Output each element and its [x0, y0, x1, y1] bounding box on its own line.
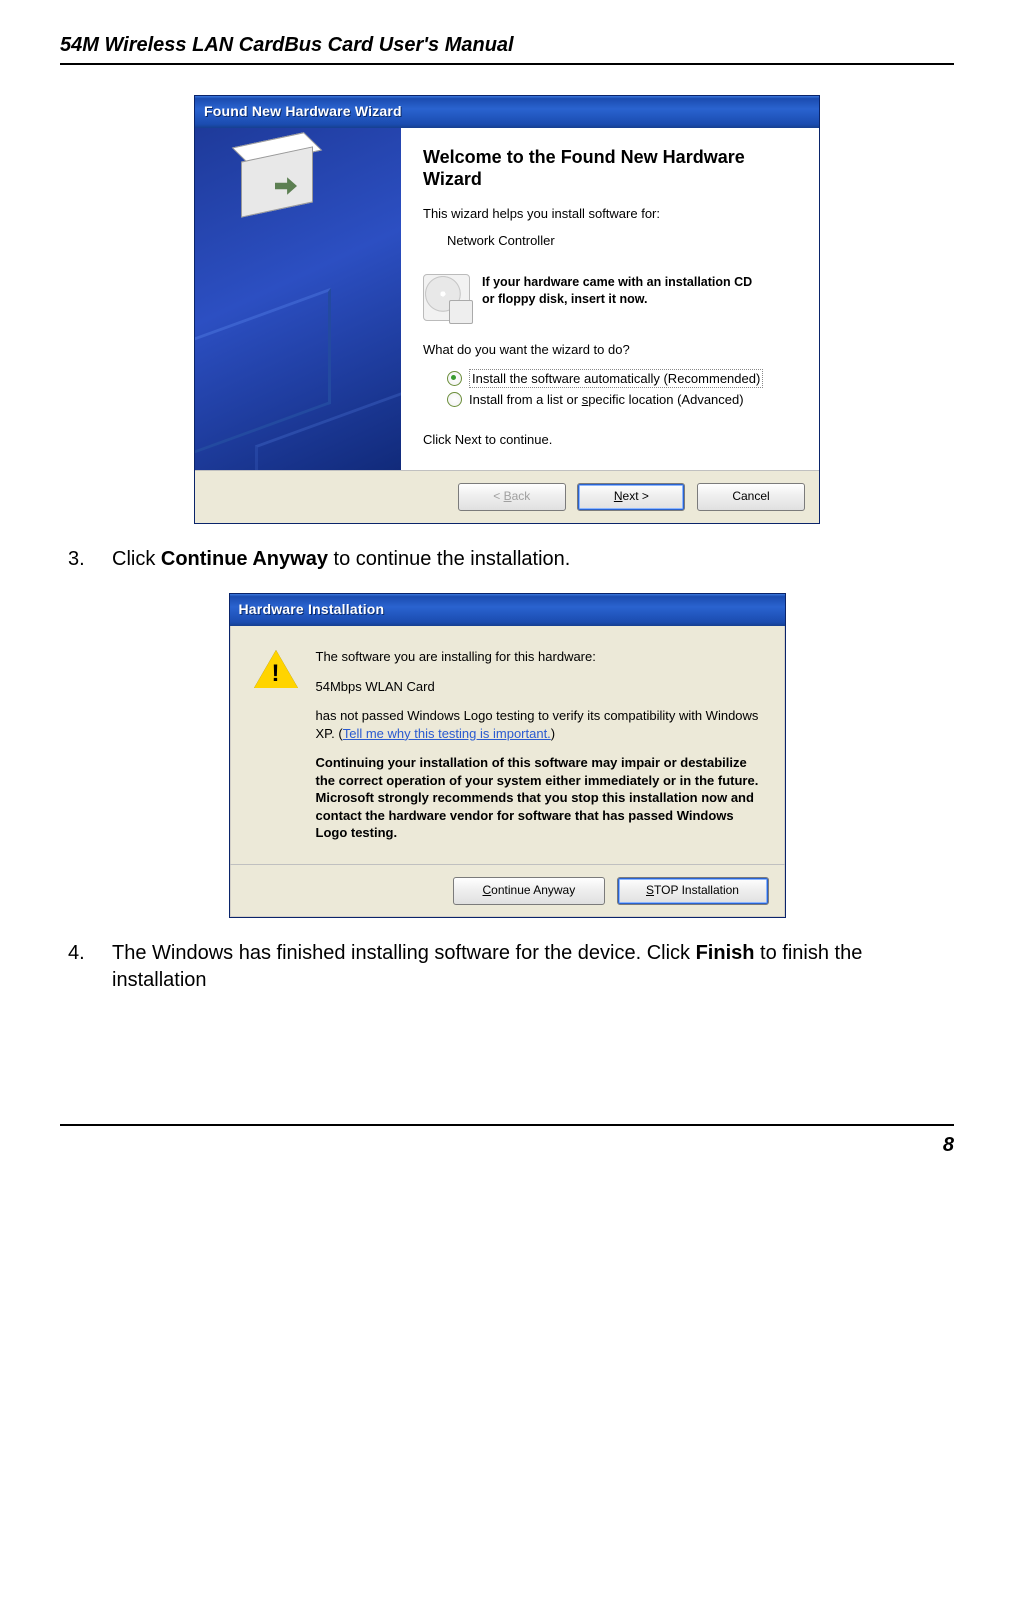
- doc-header: 54M Wireless LAN CardBus Card User's Man…: [60, 34, 954, 57]
- hardware-installation-dialog: Hardware Installation ! The software you…: [229, 593, 786, 918]
- dialog-device: 54Mbps WLAN Card: [316, 678, 759, 696]
- tell-me-why-link[interactable]: Tell me why this testing is important.: [343, 726, 551, 741]
- wizard-footer: < Back Next > Cancel: [195, 470, 819, 523]
- wizard-intro: This wizard helps you install software f…: [423, 205, 799, 223]
- dialog-compat: has not passed Windows Logo testing to v…: [316, 707, 759, 742]
- dialog-text: The software you are installing for this…: [316, 648, 759, 854]
- radio-icon: [447, 371, 462, 386]
- cd-disk-icon: [423, 274, 470, 321]
- found-new-hardware-wizard-window: Found New Hardware Wizard Welcome to the…: [194, 95, 820, 524]
- header-rule: [60, 63, 954, 65]
- step-text: The Windows has finished installing soft…: [112, 940, 954, 994]
- step-number: 3.: [68, 546, 112, 573]
- page-number: 8: [60, 1132, 954, 1159]
- radio-install-from-list[interactable]: Install from a list or specific location…: [447, 391, 799, 409]
- continue-anyway-button[interactable]: Continue Anyway: [453, 877, 605, 905]
- warning-triangle-icon: !: [254, 650, 298, 690]
- dialog-titlebar: Hardware Installation: [230, 594, 785, 626]
- wizard-titlebar: Found New Hardware Wizard: [195, 96, 819, 128]
- dialog-line1: The software you are installing for this…: [316, 648, 759, 666]
- radio-label-auto: Install the software automatically (Reco…: [469, 369, 763, 389]
- step-4: 4. The Windows has finished installing s…: [68, 940, 954, 994]
- radio-install-automatically[interactable]: Install the software automatically (Reco…: [447, 369, 799, 389]
- wizard-continue-line: Click Next to continue.: [423, 431, 799, 449]
- wizard-question: What do you want the wizard to do?: [423, 341, 799, 359]
- wizard-heading: Welcome to the Found New Hardware Wizard: [423, 146, 799, 191]
- step-3: 3. Click Continue Anyway to continue the…: [68, 546, 954, 573]
- wizard-device-name: Network Controller: [447, 232, 799, 250]
- step-text: Click Continue Anyway to continue the in…: [112, 546, 954, 573]
- dialog-footer: Continue Anyway STOP Installation: [230, 864, 785, 917]
- wizard-main-panel: Welcome to the Found New Hardware Wizard…: [401, 128, 819, 470]
- footer-rule: [60, 1124, 954, 1126]
- radio-icon: [447, 392, 462, 407]
- cancel-button[interactable]: Cancel: [697, 483, 805, 511]
- stop-installation-button[interactable]: STOP Installation: [617, 877, 769, 905]
- back-button: < Back: [458, 483, 566, 511]
- step-number: 4.: [68, 940, 112, 994]
- next-button[interactable]: Next >: [577, 483, 685, 511]
- cd-instruction: If your hardware came with an installati…: [482, 274, 752, 308]
- install-box-icon: [241, 146, 331, 226]
- wizard-side-graphic: [195, 128, 401, 470]
- dialog-warning-paragraph: Continuing your installation of this sof…: [316, 754, 759, 842]
- radio-label-list: Install from a list or specific location…: [469, 391, 744, 409]
